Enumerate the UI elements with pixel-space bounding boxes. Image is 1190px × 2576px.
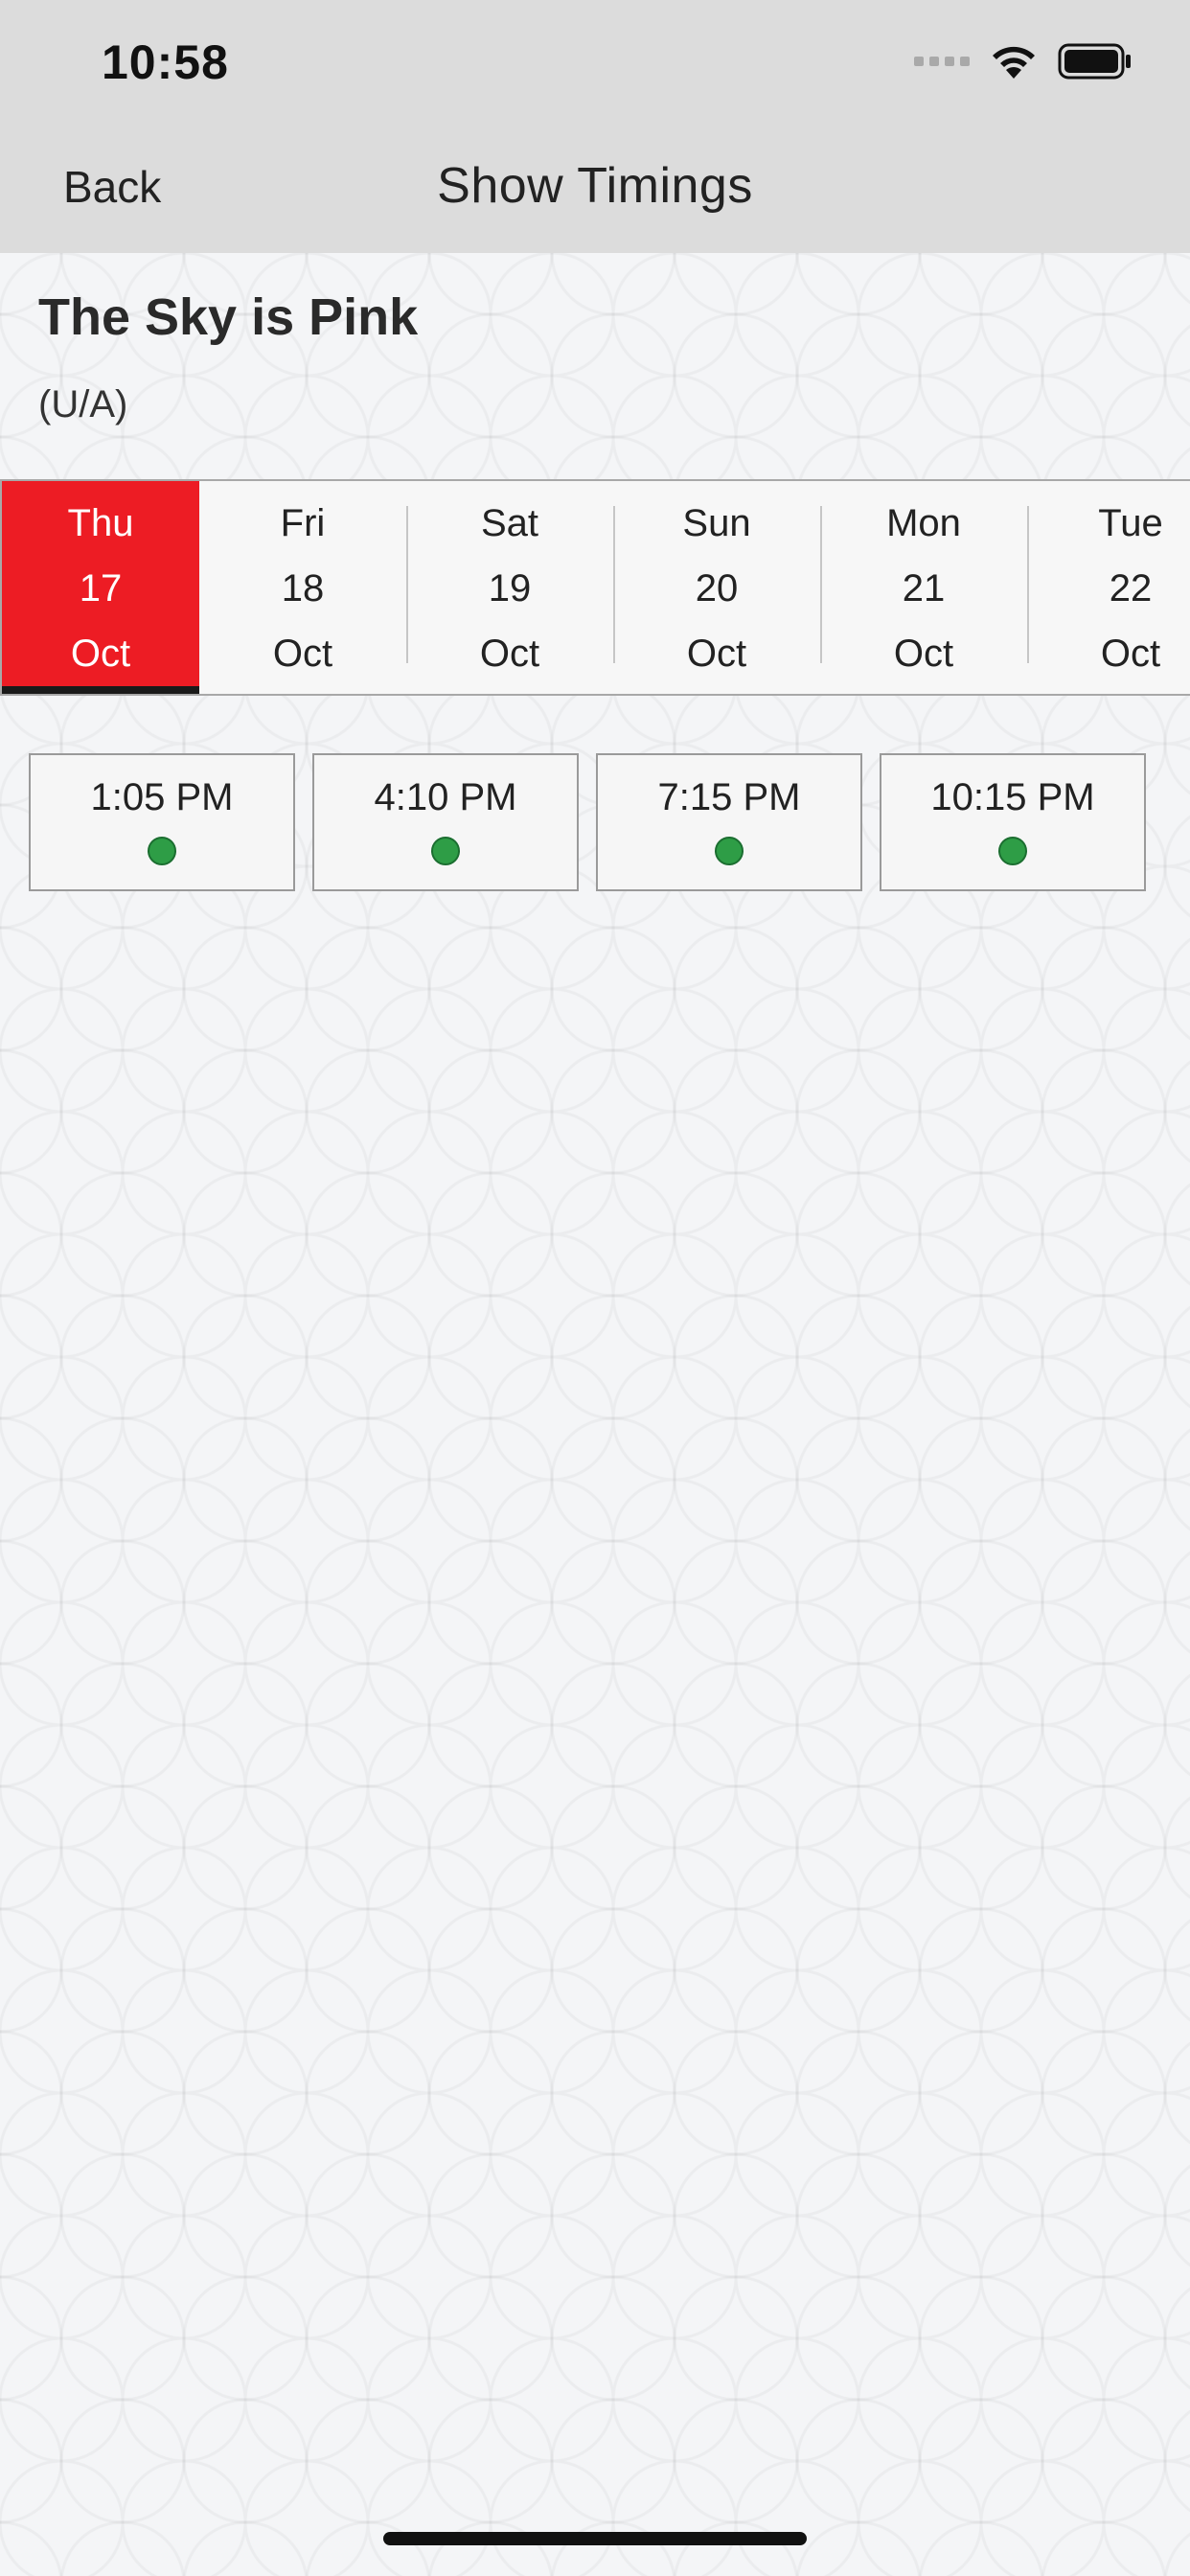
show-time-button[interactable]: 10:15 PM [880, 753, 1146, 891]
date-month: Oct [893, 632, 954, 675]
page-title: Show Timings [437, 158, 753, 214]
date-number: 20 [695, 567, 739, 610]
show-time-label: 4:10 PM [374, 776, 517, 818]
show-time-label: 7:15 PM [657, 776, 801, 818]
date-month: Oct [686, 632, 747, 675]
date-day: Mon [886, 502, 961, 544]
home-indicator [383, 2532, 807, 2545]
date-day: Sat [480, 502, 539, 544]
date-number: 19 [488, 567, 532, 610]
show-time-button[interactable]: 1:05 PM [29, 753, 295, 891]
date-month: Oct [1100, 632, 1161, 675]
date-item-mon-21[interactable]: Mon 21 Oct [820, 481, 1027, 694]
date-item-sun-20[interactable]: Sun 20 Oct [613, 481, 820, 694]
date-month: Oct [479, 632, 540, 675]
availability-dot-icon [715, 837, 744, 865]
wifi-icon [989, 42, 1039, 80]
date-month: Oct [70, 632, 131, 675]
show-time-button[interactable]: 4:10 PM [312, 753, 579, 891]
date-month: Oct [272, 632, 333, 675]
date-item-tue-22[interactable]: Tue 22 Oct [1027, 481, 1190, 694]
date-selector: Thu 17 Oct Fri 18 Oct Sat 19 Oct Sun 20 … [0, 479, 1190, 696]
date-number: 18 [281, 567, 325, 610]
show-time-button[interactable]: 7:15 PM [596, 753, 862, 891]
date-number: 22 [1109, 567, 1153, 610]
date-day: Tue [1098, 502, 1163, 544]
show-time-label: 1:05 PM [90, 776, 234, 818]
availability-dot-icon [998, 837, 1027, 865]
show-times-list: 1:05 PM 4:10 PM 7:15 PM 10:15 PM [29, 753, 1161, 891]
movie-rating: (U/A) [38, 383, 128, 426]
availability-dot-icon [148, 837, 176, 865]
date-item-thu-17[interactable]: Thu 17 Oct [2, 481, 199, 694]
status-time: 10:58 [102, 35, 229, 89]
date-item-sat-19[interactable]: Sat 19 Oct [406, 481, 613, 694]
availability-dot-icon [431, 837, 460, 865]
battery-icon [1058, 42, 1133, 80]
date-number: 21 [902, 567, 946, 610]
date-item-fri-18[interactable]: Fri 18 Oct [199, 481, 406, 694]
show-time-label: 10:15 PM [930, 776, 1095, 818]
date-day: Sun [682, 502, 751, 544]
cellular-signal-icon [914, 57, 970, 66]
status-icons [914, 42, 1133, 80]
date-number: 17 [79, 567, 123, 610]
top-bar: 10:58 Back Show Timings [0, 0, 1190, 253]
date-day: Fri [280, 502, 326, 544]
movie-title: The Sky is Pink [38, 288, 419, 346]
date-day: Thu [67, 502, 134, 544]
